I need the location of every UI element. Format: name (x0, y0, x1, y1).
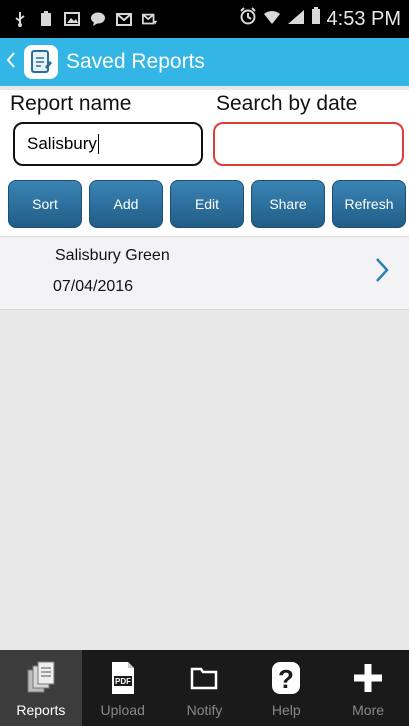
gallery-icon (64, 11, 80, 27)
add-button[interactable]: Add (89, 180, 163, 228)
plus-icon (352, 658, 384, 698)
share-button[interactable]: Share (251, 180, 325, 228)
sort-button[interactable]: Sort (8, 180, 82, 228)
tab-upload[interactable]: PDF Upload (82, 650, 164, 726)
svg-text:PDF: PDF (115, 677, 131, 686)
alarm-icon (239, 7, 257, 31)
tab-notify[interactable]: Notify (164, 650, 246, 726)
signal-icon (287, 8, 305, 31)
report-name-label: Report name (10, 92, 132, 115)
tab-more-label: More (352, 702, 385, 718)
text-caret (97, 134, 99, 154)
tab-help[interactable]: ? Help (245, 650, 327, 726)
search-by-date-label: Search by date (216, 92, 358, 115)
status-bar: 4:53 PM (0, 0, 409, 38)
wifi-icon (263, 8, 281, 31)
edit-button[interactable]: Edit (170, 180, 244, 228)
app-logo-icon[interactable] (24, 45, 58, 79)
folder-icon (189, 658, 219, 698)
search-fields: Salisbury (0, 118, 409, 174)
search-labels: Report name Search by date (0, 90, 409, 118)
refresh-button[interactable]: Refresh (332, 180, 406, 228)
list-item[interactable]: Salisbury Green 07/04/2016 (0, 236, 409, 310)
tab-upload-label: Upload (100, 702, 145, 718)
email-icon (116, 11, 132, 27)
svg-text:?: ? (278, 664, 294, 694)
battery-icon (311, 7, 321, 31)
report-date: 07/04/2016 (53, 278, 134, 295)
tab-notify-label: Notify (186, 702, 223, 718)
search-by-date-input[interactable] (213, 122, 404, 166)
tab-reports-label: Reports (16, 702, 66, 718)
tab-reports[interactable]: Reports (0, 650, 82, 726)
usb-icon (12, 11, 28, 27)
bottom-tab-bar: Reports PDF Upload Notify ? Help More (0, 650, 409, 726)
chat-icon (90, 11, 106, 27)
report-name: Salisbury Green (55, 247, 170, 264)
status-time: 4:53 PM (326, 7, 401, 30)
report-name-input[interactable]: Salisbury (13, 122, 203, 166)
pdf-upload-icon: PDF (108, 658, 138, 698)
reports-icon (26, 658, 56, 698)
action-toolbar: Sort Add Edit Share Refresh (0, 174, 409, 236)
tab-more[interactable]: More (327, 650, 409, 726)
app-bar: Saved Reports (0, 38, 409, 86)
tab-help-label: Help (271, 702, 301, 718)
report-name-value: Salisbury (27, 134, 97, 153)
back-chevron-icon[interactable] (6, 49, 20, 75)
help-icon: ? (270, 658, 302, 698)
empty-list-area (0, 310, 409, 650)
battery-100-icon (38, 11, 54, 27)
email-sync-icon (142, 11, 158, 27)
page-title: Saved Reports (66, 50, 205, 73)
chevron-right-icon[interactable] (375, 257, 389, 288)
